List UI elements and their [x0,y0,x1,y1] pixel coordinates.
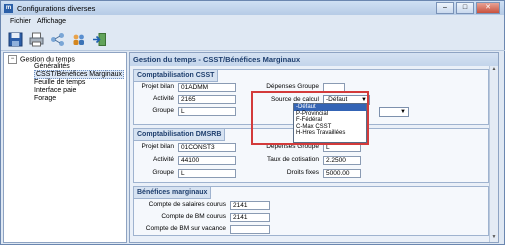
menu-fichier[interactable]: Fichier [10,18,31,25]
main-panel: Gestion du temps - CSST/Bénéfices Margin… [129,52,499,243]
csst-depenses-groupe-label: Dépenses Groupe [266,83,319,90]
secondary-select[interactable]: ▼ [379,107,409,117]
users-icon[interactable] [70,31,87,48]
salaires-courus-label: Compte de salaires courus [148,201,226,208]
window-controls: – □ ✕ [436,2,500,14]
salaires-courus-input[interactable]: 2141 [230,201,270,210]
droits-fixes-input[interactable]: 5000.00 [323,169,361,178]
scroll-down-icon[interactable]: ▼ [490,234,498,242]
maximize-button[interactable]: □ [456,2,474,14]
benefices-group: Bénéfices marginaux Compte de salaires c… [133,186,489,236]
minimize-button[interactable]: – [436,2,454,14]
bm-courus-label: Compte de BM courus [161,213,226,220]
dmsrb-activite-label: Activité [153,156,174,163]
benefices-group-title: Bénéfices marginaux [134,187,212,199]
menu-bar: Fichier Affichage [1,16,505,27]
tree-item-feuille-de-temps[interactable]: Feuille de temps [34,79,85,86]
network-icon[interactable] [49,31,66,48]
dmsrb-groupe-label: Groupe [152,169,174,176]
navigation-tree: − Gestion du temps Généralités CSST/Bénéf… [3,52,127,243]
close-button[interactable]: ✕ [476,2,500,14]
csst-groupe-label: Groupe [152,107,174,114]
app-window: m Configurations diverses – □ ✕ Fichier … [0,0,505,245]
taux-cotisation-input[interactable]: 2.2500 [323,156,361,165]
source-calcul-dropdown-list: -Défaut P-Provincial F-Fédéral C-Max CSS… [293,103,367,143]
title-bar: m Configurations diverses – □ ✕ [1,1,504,15]
taux-cotisation-label: Taux de cotisation [266,156,319,163]
toolbar [1,28,505,51]
bm-courus-input[interactable]: 2141 [230,213,270,222]
csst-group-title: Comptabilisation CSST [134,70,219,82]
scroll-up-icon[interactable]: ▲ [490,66,498,74]
collapse-icon[interactable]: − [8,55,17,64]
bm-vacance-input[interactable] [230,225,270,234]
tree-item-csst[interactable]: CSST/Bénéfices Marginaux [34,70,124,79]
app-icon: m [4,3,13,13]
csst-groupe-input[interactable]: L [178,107,236,116]
tree-item-forage[interactable]: Forage [34,95,56,102]
vertical-scrollbar[interactable]: ▲ ▼ [489,66,498,242]
bm-vacance-label: Compte de BM sur vacance [145,225,226,232]
csst-projet-bilan-label: Projet bilan [141,83,174,90]
csst-activite-input[interactable]: 2165 [178,95,236,104]
tree-item-generalites[interactable]: Généralités [34,63,70,70]
window-title: Configurations diverses [17,3,96,13]
dmsrb-group-title: Comptabilisation DMSRB [134,129,226,141]
droits-fixes-label: Droits fixes [286,169,319,176]
save-icon[interactable] [7,31,24,48]
print-icon[interactable] [28,31,45,48]
exit-icon[interactable] [91,31,108,48]
tree-item-interface-paie[interactable]: Interface paie [34,87,76,94]
dmsrb-projet-bilan-label: Projet bilan [141,143,174,150]
dropdown-option-heures[interactable]: H-Hres Travaillées [294,130,366,137]
menu-affichage[interactable]: Affichage [37,18,66,25]
csst-activite-label: Activité [153,95,174,102]
chevron-down-icon[interactable]: ▼ [400,108,406,116]
dmsrb-projet-bilan-input[interactable]: 01CONST3 [178,143,236,152]
panel-title: Gestion du temps - CSST/Bénéfices Margin… [130,53,498,66]
dmsrb-activite-input[interactable]: 44100 [178,156,236,165]
dmsrb-groupe-input[interactable]: L [178,169,236,178]
csst-projet-bilan-input[interactable]: 01ADMM [178,83,236,92]
